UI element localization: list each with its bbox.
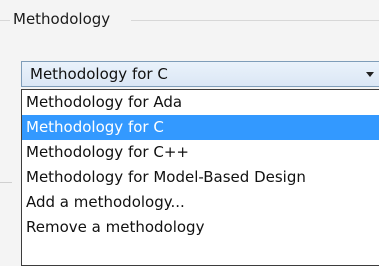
group-border-right [131, 20, 379, 21]
methodology-combobox[interactable]: Methodology for C [21, 61, 379, 87]
background-divider [0, 182, 12, 183]
option-methodology-for-c[interactable]: Methodology for C [22, 115, 379, 140]
methodology-group-title: Methodology [13, 10, 111, 28]
option-methodology-for-ada[interactable]: Methodology for Ada [22, 90, 379, 115]
option-add-methodology[interactable]: Add a methodology... [22, 190, 379, 215]
methodology-dropdown-list[interactable]: Methodology for Ada Methodology for C Me… [21, 89, 379, 266]
option-methodology-for-cpp[interactable]: Methodology for C++ [22, 140, 379, 165]
option-remove-methodology[interactable]: Remove a methodology [22, 215, 379, 240]
chevron-down-icon[interactable] [366, 72, 374, 77]
methodology-panel: Methodology Methodology for C Methodolog… [0, 0, 379, 266]
selected-methodology-value: Methodology for C [30, 65, 168, 83]
group-border-left [0, 20, 10, 21]
option-methodology-for-model-based-design[interactable]: Methodology for Model-Based Design [22, 165, 379, 190]
